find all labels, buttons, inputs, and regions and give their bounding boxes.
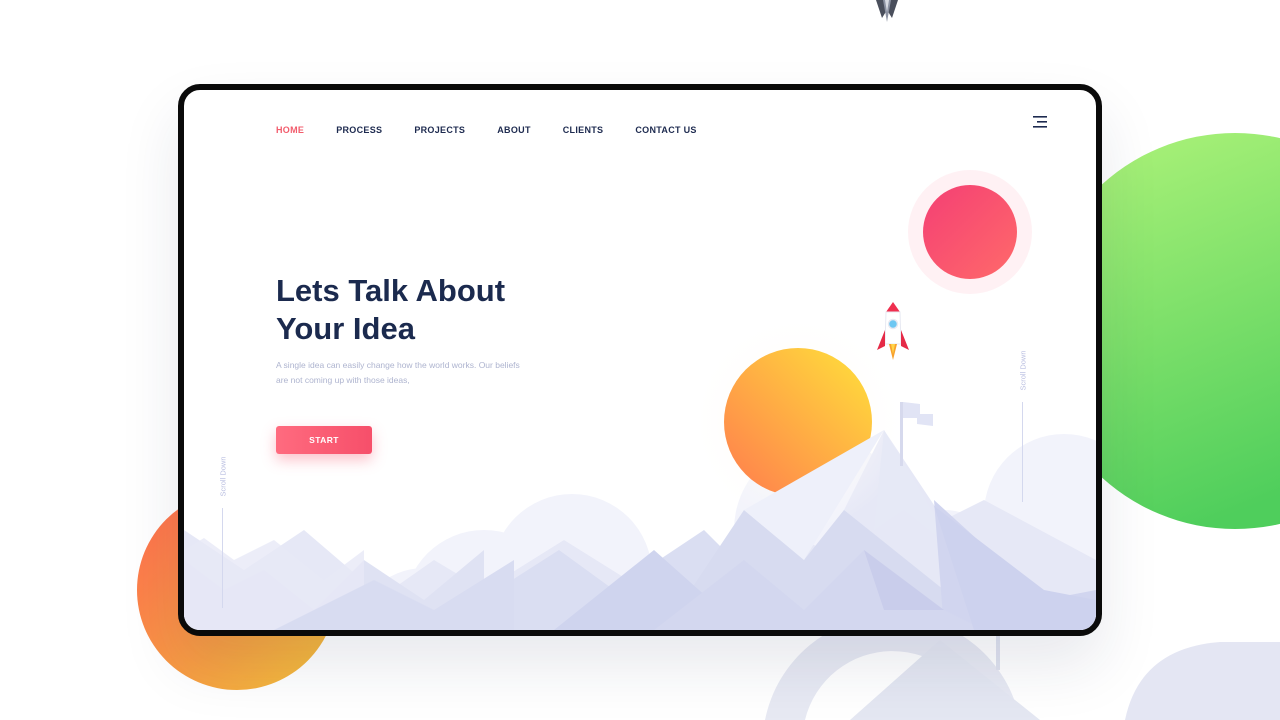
nav-item-clients[interactable]: CLIENTS <box>563 120 604 140</box>
grey-blob-shape <box>1125 642 1280 720</box>
device-frame: HOME PROCESS PROJECTS ABOUT CLIENTS CONT… <box>178 84 1102 636</box>
scroll-line-right <box>1022 402 1023 502</box>
scroll-line-left <box>222 508 223 608</box>
hero-title: Lets Talk About Your Idea <box>276 272 596 348</box>
hero-description-line-1: A single idea can easily change how the … <box>276 360 520 370</box>
scroll-down-right[interactable]: Scroll Down <box>1019 346 1028 396</box>
nav-item-home[interactable]: HOME <box>276 120 304 140</box>
hamburger-menu-icon[interactable] <box>1032 114 1048 130</box>
start-button[interactable]: START <box>276 426 372 454</box>
pink-ball <box>923 185 1017 279</box>
nav-item-projects[interactable]: PROJECTS <box>414 120 465 140</box>
hero-description-line-2: are not coming up with those ideas, <box>276 374 410 385</box>
main-nav: HOME PROCESS PROJECTS ABOUT CLIENTS CONT… <box>276 120 729 140</box>
scroll-down-left[interactable]: Scroll Down <box>219 452 228 502</box>
hero-description: A single idea can easily change how the … <box>276 358 546 387</box>
rocket-icon <box>876 0 898 22</box>
nav-item-contact-us[interactable]: CONTACT US <box>635 120 696 140</box>
hero-title-line-1: Lets Talk About <box>276 273 506 308</box>
nav-item-about[interactable]: ABOUT <box>497 120 531 140</box>
nav-item-process[interactable]: PROCESS <box>336 120 382 140</box>
hero-title-line-2: Your Idea <box>276 311 415 346</box>
